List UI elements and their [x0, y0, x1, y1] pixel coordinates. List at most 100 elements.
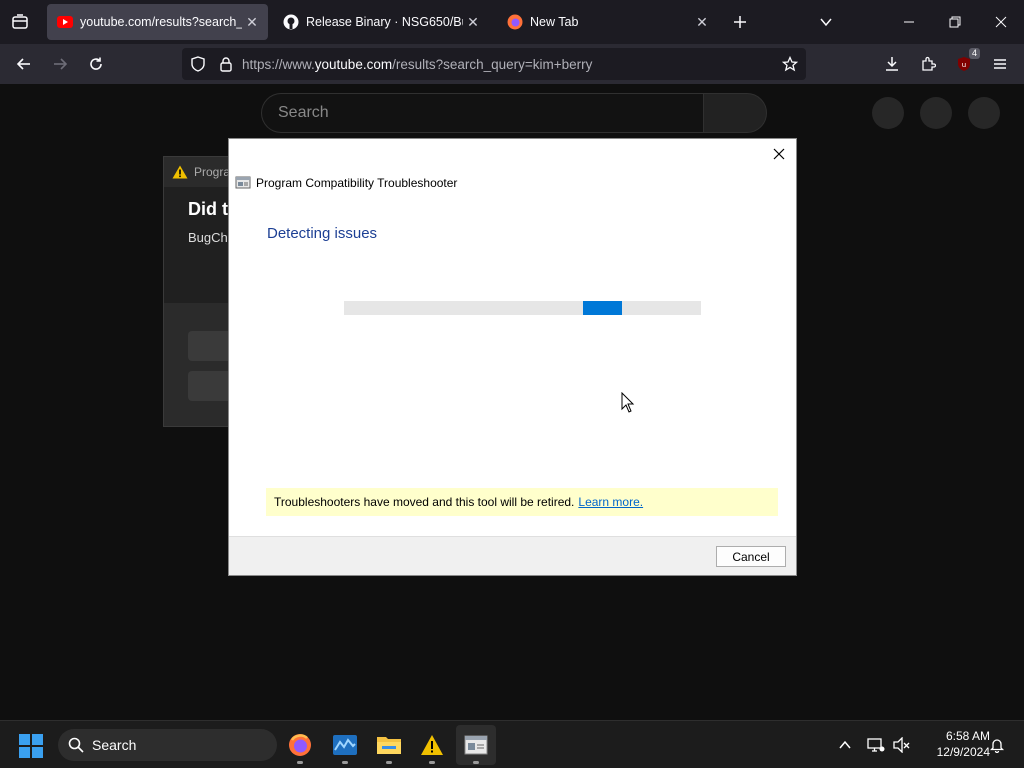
clock-date: 12/9/2024	[936, 745, 990, 759]
troubleshooter-icon	[464, 735, 488, 755]
bg-dialog-header: Program Compatibility Assistant	[164, 157, 228, 187]
youtube-search-button[interactable]	[703, 93, 767, 133]
bell-icon	[989, 739, 1005, 753]
taskbar-app[interactable]	[325, 725, 365, 765]
notifications-button[interactable]	[985, 733, 1009, 757]
ublock-button[interactable]: u 4	[950, 48, 980, 78]
close-icon	[773, 148, 785, 160]
network-icon	[867, 738, 885, 752]
create-icon[interactable]	[872, 97, 904, 129]
list-all-tabs-button[interactable]	[812, 8, 840, 36]
tab-youtube[interactable]: youtube.com/results?search_query=kim+ber…	[47, 4, 268, 40]
running-indicator	[473, 761, 479, 764]
search-icon	[68, 737, 84, 753]
network-tray-button[interactable]	[864, 733, 888, 757]
progress-indicator	[583, 301, 622, 315]
url-bar[interactable]: https://www.youtube.com/results?search_q…	[182, 48, 806, 80]
learn-more-link[interactable]: Learn more.	[578, 495, 643, 509]
close-tab-icon[interactable]: ✕	[463, 12, 483, 32]
taskbar-search[interactable]: Search	[58, 729, 277, 761]
hamburger-menu-icon	[994, 59, 1006, 69]
running-indicator	[342, 761, 348, 764]
arrow-right-icon	[54, 58, 68, 70]
tab-new-tab[interactable]: New Tab ✕	[497, 4, 718, 40]
tab-github[interactable]: Release Binary · NSG650/BugCheck ✕	[273, 4, 489, 40]
close-tab-icon[interactable]: ✕	[242, 12, 262, 32]
github-icon	[283, 14, 299, 30]
cancel-button[interactable]: Cancel	[716, 546, 786, 567]
tab-label: New Tab	[530, 15, 579, 29]
reload-button[interactable]	[82, 50, 110, 78]
dialog-footer: Cancel	[229, 536, 796, 575]
retirement-notice: Troubleshooters have moved and this tool…	[266, 488, 778, 516]
bg-dialog-option-button[interactable]	[188, 331, 228, 361]
program-compatibility-assistant-dialog: Program Compatibility Assistant Did this…	[163, 156, 229, 427]
tracking-protection-icon[interactable]	[190, 56, 206, 72]
firefox-icon	[289, 734, 311, 756]
app-menu-button[interactable]	[986, 50, 1014, 78]
lock-icon[interactable]	[218, 56, 234, 72]
arrow-left-icon	[16, 58, 30, 70]
notifications-icon[interactable]	[920, 97, 952, 129]
tab-label: youtube.com/results?search_query=kim+ber…	[80, 15, 242, 29]
close-window-button[interactable]	[978, 0, 1024, 44]
minimize-button[interactable]	[886, 0, 932, 44]
taskbar-file-explorer[interactable]	[369, 725, 409, 765]
dialog-title-bar: Program Compatibility Troubleshooter	[235, 175, 457, 191]
svg-text:u: u	[962, 61, 966, 69]
start-button[interactable]	[18, 733, 44, 759]
troubleshooter-dialog: Program Compatibility Troubleshooter Det…	[228, 138, 797, 576]
avatar[interactable]	[968, 97, 1000, 129]
clock-time: 6:58 AM	[945, 729, 990, 743]
taskbar: Search 6:58 AM 12/9/2024	[0, 720, 1024, 768]
url-domain: youtube.com	[314, 56, 393, 72]
youtube-search-placeholder: Search	[278, 104, 329, 121]
url-path: /results?search_query=kim+berry	[392, 56, 593, 72]
youtube-search-input[interactable]: Search	[261, 93, 703, 133]
taskbar-firefox[interactable]	[280, 725, 320, 765]
show-hidden-icons-button[interactable]	[833, 733, 857, 757]
notice-text: Troubleshooters have moved and this tool…	[274, 495, 575, 509]
taskbar-troubleshooter[interactable]	[456, 725, 496, 765]
downloads-button[interactable]	[878, 50, 906, 78]
taskbar-search-label: Search	[92, 737, 137, 753]
restore-icon	[949, 16, 961, 28]
close-tab-icon[interactable]: ✕	[692, 12, 712, 32]
mouse-cursor-icon	[621, 392, 635, 413]
volume-muted-icon	[893, 737, 910, 753]
back-button[interactable]	[10, 50, 38, 78]
plus-icon	[734, 16, 746, 28]
firefox-view-button[interactable]	[6, 8, 34, 36]
reload-icon	[90, 57, 102, 70]
clock[interactable]: 6:58 AM 12/9/2024	[918, 728, 990, 760]
progress-bar	[344, 301, 701, 315]
extension-badge: 4	[968, 48, 980, 59]
dialog-title: Program Compatibility Troubleshooter	[256, 176, 458, 190]
navigation-toolbar: https://www.youtube.com/results?search_q…	[0, 44, 1024, 84]
running-indicator	[386, 761, 392, 764]
restore-button[interactable]	[932, 0, 978, 44]
windows-logo-icon	[19, 734, 43, 758]
chevron-up-icon	[839, 740, 851, 749]
new-tab-button[interactable]	[726, 8, 754, 36]
dialog-close-button[interactable]	[766, 141, 792, 167]
minimize-icon	[904, 21, 914, 23]
warning-icon	[421, 735, 443, 755]
taskbar-compatibility-assistant[interactable]	[412, 725, 452, 765]
bg-dialog-option-button[interactable]	[188, 371, 228, 401]
file-explorer-icon	[377, 737, 401, 754]
bookmark-star-icon[interactable]	[782, 56, 798, 72]
forward-button[interactable]	[46, 50, 74, 78]
download-icon	[886, 57, 898, 71]
bg-dialog-body: Did this program install correctly? BugC…	[164, 187, 228, 303]
puzzle-icon	[922, 56, 936, 71]
tab-label: Release Binary · NSG650/BugCheck	[306, 15, 463, 29]
volume-tray-button[interactable]	[890, 733, 914, 757]
bg-dialog-subtitle: BugCheck	[188, 230, 228, 245]
running-indicator	[429, 761, 435, 764]
url-prefix: https://www.	[242, 56, 315, 72]
tab-strip: youtube.com/results?search_query=kim+ber…	[0, 0, 1024, 44]
youtube-icon	[57, 14, 73, 30]
extensions-button[interactable]	[914, 50, 942, 78]
url-text[interactable]: https://www.youtube.com/results?search_q…	[242, 57, 592, 72]
